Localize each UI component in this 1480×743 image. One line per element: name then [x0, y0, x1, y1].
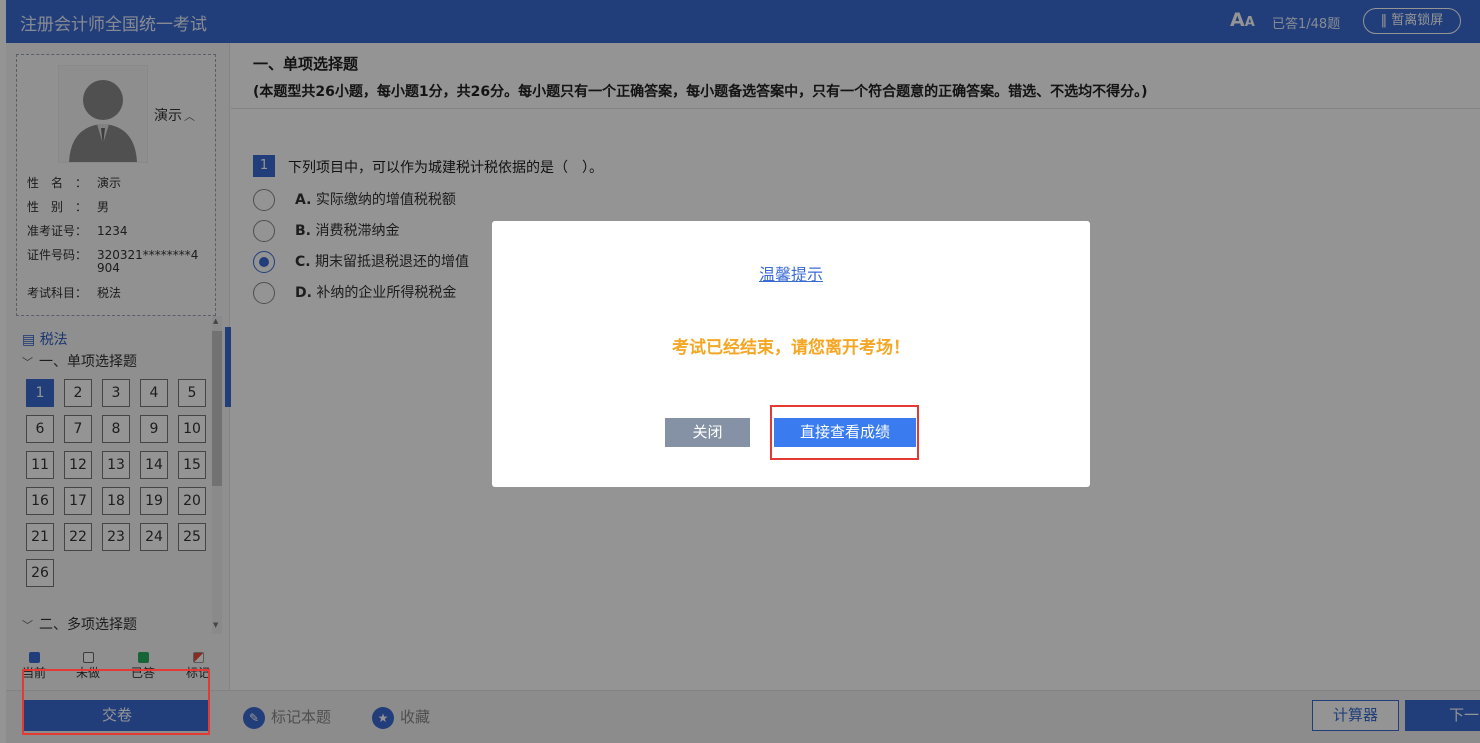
close-button[interactable]: 关闭 [665, 418, 750, 447]
notice-dialog: 温馨提示 考试已经结束，请您离开考场！ 关闭 直接查看成绩 [492, 221, 1090, 487]
dialog-title[interactable]: 温馨提示 [492, 261, 1090, 285]
view-results-button[interactable]: 直接查看成绩 [774, 418, 916, 447]
dialog-message: 考试已经结束，请您离开考场！ [672, 338, 910, 358]
